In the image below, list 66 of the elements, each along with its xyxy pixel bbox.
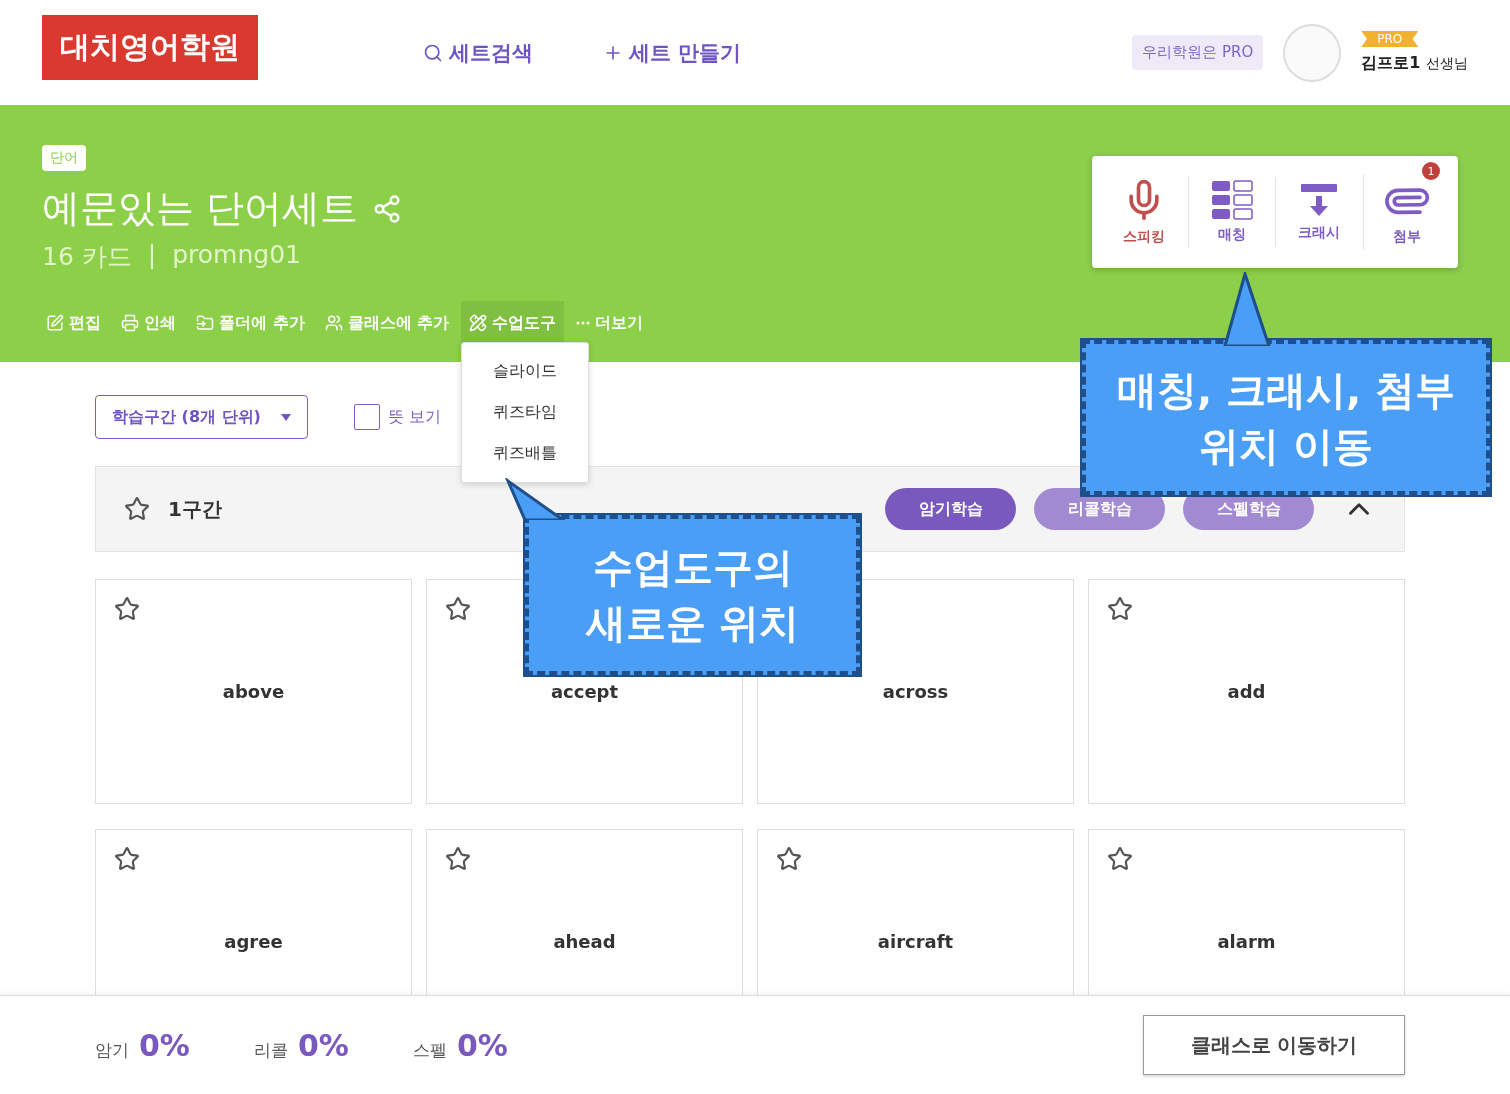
star-icon[interactable] <box>776 846 802 872</box>
edit-icon <box>46 314 64 332</box>
card-count: 16 카드 <box>42 241 132 273</box>
count-badge: 1 <box>1422 162 1440 180</box>
card-word: ahead <box>553 931 616 952</box>
stat-label: 암기 <box>95 1038 129 1062</box>
stat-value: 0% <box>298 1027 349 1063</box>
author-name: promng01 <box>172 240 301 271</box>
star-icon[interactable] <box>114 596 140 622</box>
separator: | <box>147 240 157 271</box>
annotation-tooltip: 수업도구의 새로운 위치 <box>525 515 860 675</box>
star-icon[interactable] <box>124 496 150 522</box>
star-icon[interactable] <box>114 846 140 872</box>
tooltip-pointer <box>505 478 565 520</box>
more-icon <box>576 321 591 325</box>
section-title: 1구간 <box>168 495 222 523</box>
people-icon <box>324 314 343 332</box>
stat-label: 리콜 <box>254 1038 288 1062</box>
menu-item[interactable]: 퀴즈타임 <box>462 392 589 433</box>
stat-value: 0% <box>139 1027 190 1063</box>
academy-logo[interactable]: 대치영어학원 <box>42 15 258 80</box>
caret-icon <box>281 413 291 421</box>
stat-label: 스펠 <box>413 1038 447 1062</box>
card-word: across <box>882 681 949 702</box>
user-name[interactable]: 김프로1 선생님 <box>1361 53 1468 74</box>
star-icon[interactable] <box>445 596 471 622</box>
star-icon[interactable] <box>445 846 471 872</box>
card-word: agree <box>224 931 283 952</box>
checkbox[interactable] <box>354 404 380 430</box>
card-word: aircraft <box>877 931 954 952</box>
folder-icon <box>196 314 214 332</box>
pencil-ruler-icon <box>469 314 488 332</box>
tool-button[interactable]: 첨부 <box>1362 174 1450 250</box>
card-word: add <box>1227 681 1266 702</box>
stat-value: 0% <box>457 1027 508 1063</box>
set-title: 예문있는 단어세트 <box>42 185 359 232</box>
printer-icon <box>121 314 139 332</box>
word-card[interactable]: ahead <box>426 829 743 995</box>
nav-link[interactable]: 세트 만들기 <box>603 38 742 67</box>
mode-button[interactable]: 암기학습 <box>885 488 1016 530</box>
annotation-tooltip: 매칭, 크래시, 첨부 위치 이동 <box>1082 340 1490 495</box>
star-icon[interactable] <box>1107 596 1133 622</box>
card-word: above <box>222 681 285 702</box>
nav-link[interactable]: 세트검색 <box>423 38 533 67</box>
card-word: alarm <box>1217 931 1276 952</box>
star-icon[interactable] <box>1107 846 1133 872</box>
word-card[interactable]: above <box>95 579 412 804</box>
word-card[interactable]: add <box>1088 579 1405 804</box>
grid-icon <box>1209 180 1254 220</box>
menu-item[interactable]: 슬라이드 <box>462 351 589 392</box>
range-select[interactable]: 학습구간 (8개 단위) <box>95 395 308 439</box>
tool-button[interactable]: 크래시 <box>1275 178 1363 246</box>
checkbox-label[interactable]: 뜻 보기 <box>388 406 442 428</box>
menu-item[interactable]: 퀴즈배틀 <box>462 433 589 474</box>
tool-button[interactable]: 스피킹 <box>1100 174 1188 250</box>
word-card[interactable]: aircraft <box>757 829 1074 995</box>
move-to-class-button[interactable]: 클래스로 이동하기 <box>1143 1015 1405 1075</box>
word-card[interactable]: alarm <box>1088 829 1405 995</box>
pro-bubble: 우리학원은 PRO <box>1132 35 1264 70</box>
down-arrow-icon <box>1299 182 1340 218</box>
tool-button[interactable]: 매칭 <box>1187 176 1275 248</box>
set-tag: 단어 <box>42 145 86 171</box>
card-word: accept <box>550 681 619 702</box>
pro-badge: PRO <box>1361 31 1419 47</box>
word-card[interactable]: agree <box>95 829 412 995</box>
search-icon <box>423 42 443 63</box>
